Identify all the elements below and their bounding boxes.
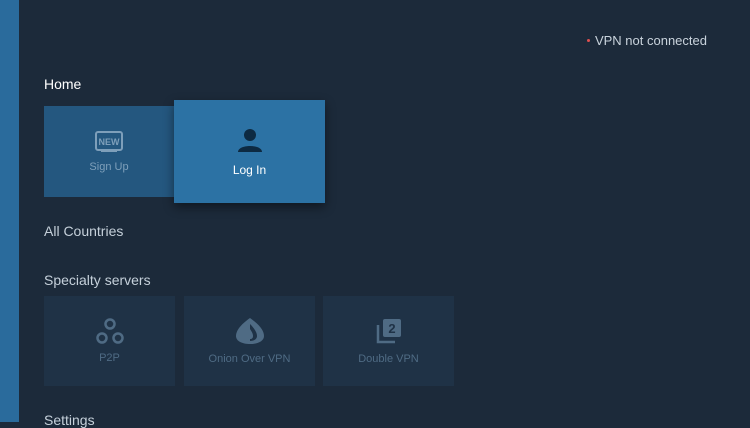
vpn-status-text: VPN not connected	[594, 33, 707, 48]
p2p-icon	[95, 318, 124, 344]
onion-icon	[235, 318, 264, 344]
p2p-label: P2P	[99, 352, 120, 364]
log-in-label: Log In	[232, 162, 267, 177]
all-countries-title[interactable]: All Countries	[44, 223, 123, 239]
onion-over-vpn-label: Onion Over VPN	[208, 353, 291, 365]
home-section-title: Home	[44, 76, 82, 92]
onion-over-vpn-tile[interactable]: Onion Over VPN	[184, 296, 315, 386]
new-badge-icon: NEW	[95, 130, 123, 152]
sign-up-label: Sign Up	[89, 160, 129, 173]
left-accent-rail	[0, 0, 19, 422]
status-dot-icon	[586, 39, 590, 42]
new-badge-text: NEW	[99, 137, 121, 147]
p2p-tile[interactable]: P2P	[44, 296, 175, 386]
sign-up-tile[interactable]: NEW Sign Up	[44, 106, 174, 197]
log-in-tile[interactable]: Log In	[174, 100, 325, 203]
svg-text:2: 2	[388, 321, 395, 336]
user-icon	[237, 128, 262, 152]
double-vpn-label: Double VPN	[358, 353, 419, 365]
vpn-status: VPN not connected	[586, 33, 707, 48]
double-vpn-icon: 2	[376, 319, 401, 344]
specialty-servers-title: Specialty servers	[44, 272, 151, 288]
settings-title[interactable]: Settings	[44, 412, 95, 428]
double-vpn-tile[interactable]: 2 Double VPN	[323, 296, 454, 386]
